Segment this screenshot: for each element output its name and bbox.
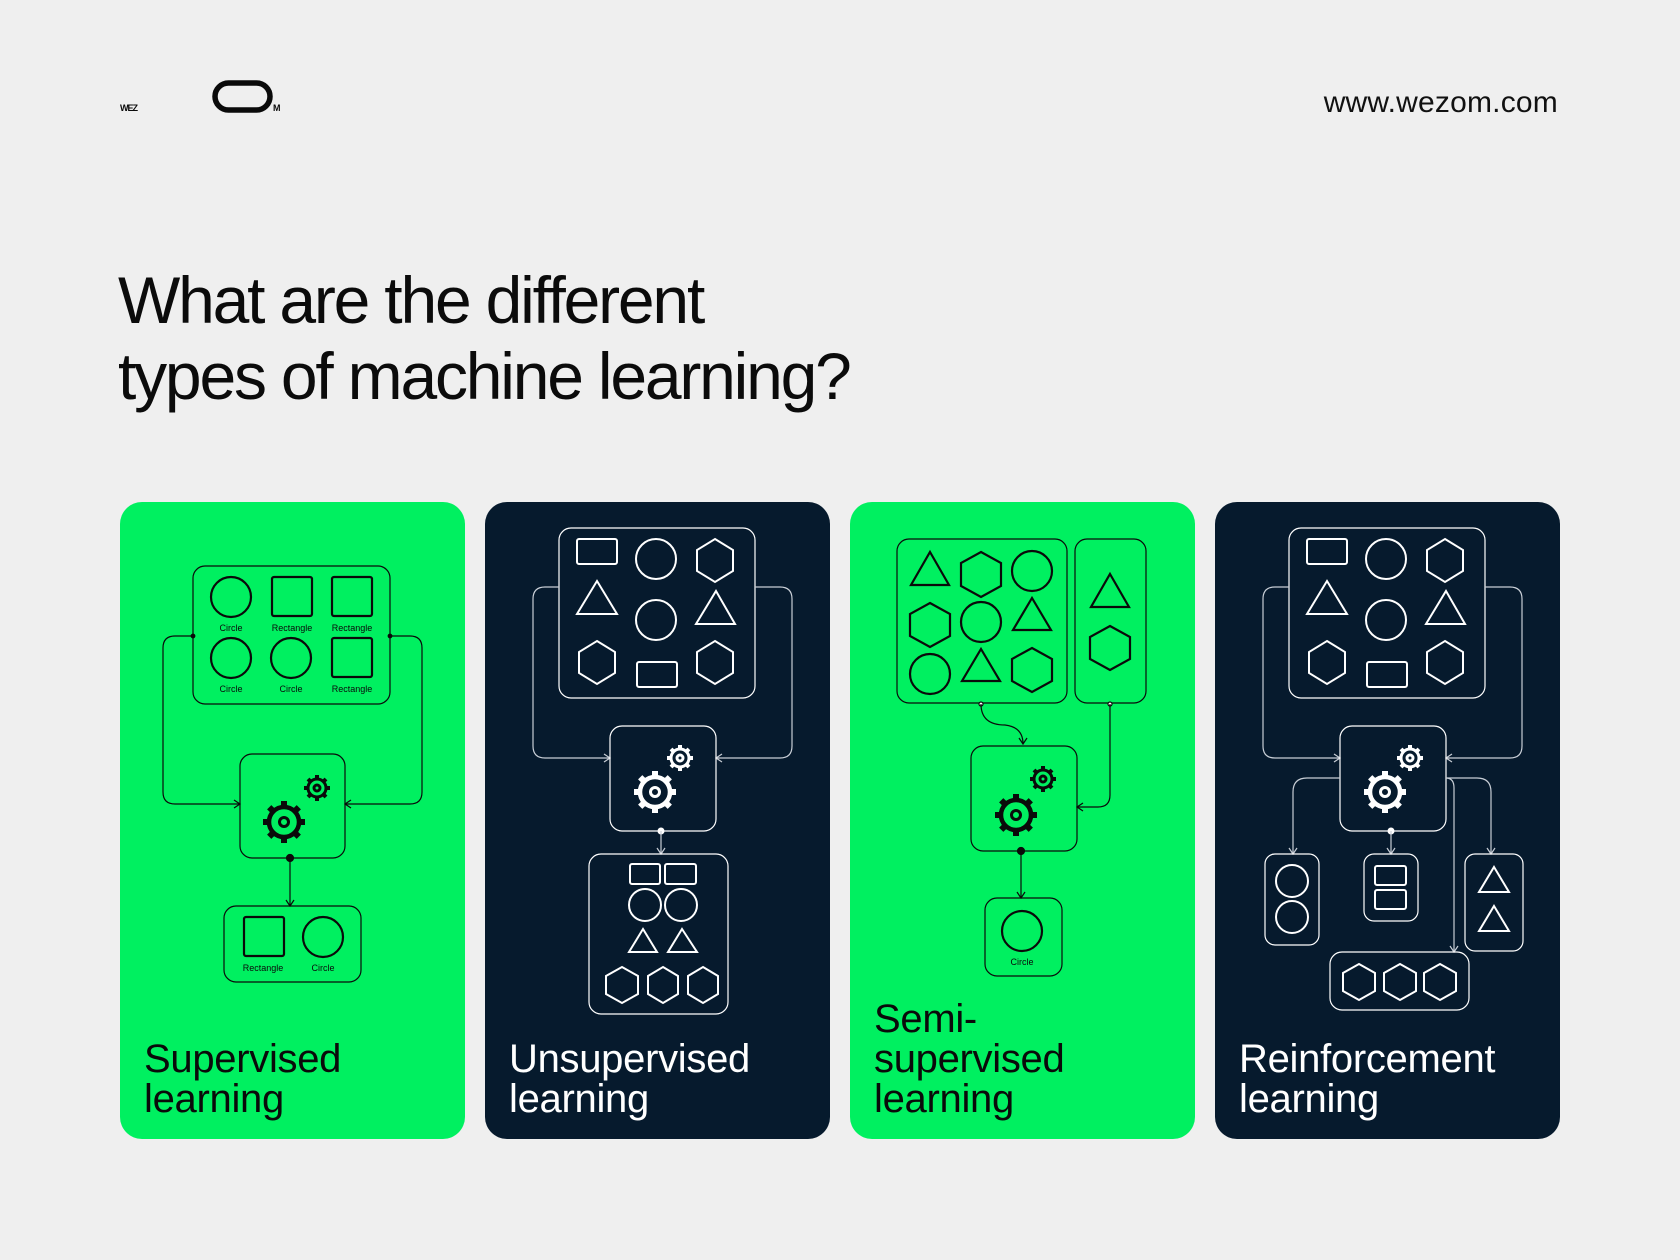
output-connector	[285, 858, 295, 908]
svg-text:M: M	[273, 103, 281, 113]
circle-shape	[209, 636, 253, 680]
card-title-line: Semi-	[874, 997, 977, 1041]
shape-label: Rectangle	[272, 623, 313, 633]
card-title: Reinforcement learning	[1239, 1037, 1496, 1121]
website-link[interactable]: www.wezom.com	[1324, 86, 1558, 120]
shape-label: Circle	[219, 684, 242, 694]
shape-label: Rectangle	[332, 623, 373, 633]
card-supervised-learning: Circle Rectangle Rectangle Circle Circle…	[120, 502, 465, 1139]
page-title-line-2: types of machine learning?	[118, 339, 852, 413]
card-title-line: Reinforcement	[1239, 1037, 1496, 1081]
svg-text:WEZ: WEZ	[120, 103, 138, 113]
card-title-line: supervised	[874, 1037, 1065, 1081]
loop-connector-right	[343, 635, 423, 809]
card-title-line: learning	[1239, 1077, 1379, 1121]
card-title-line: learning	[509, 1077, 649, 1121]
card-title: Semi- supervised learning	[874, 997, 1065, 1121]
labeled-data-box	[1074, 538, 1147, 704]
model-box	[239, 753, 346, 859]
rectangle-shape	[270, 575, 314, 618]
page-title: What are the different types of machine …	[118, 262, 852, 414]
card-title-line: Supervised	[144, 1037, 342, 1081]
page-title-line-1: What are the different	[118, 263, 705, 337]
circle-shape	[269, 636, 313, 680]
wezom-logo: WEZ M	[120, 80, 281, 113]
shape-label: Rectangle	[243, 963, 284, 973]
card-semi-supervised-learning: Circle Semi- supervised learning	[850, 502, 1195, 1139]
rectangle-shape	[330, 575, 374, 618]
gears-icon	[263, 801, 305, 843]
card-title-line: learning	[144, 1077, 284, 1121]
shape-label: Circle	[219, 623, 242, 633]
shape-label: Circle	[311, 963, 334, 973]
circle-shape	[209, 575, 253, 619]
card-unsupervised-learning: Unsupervised learning	[485, 502, 830, 1139]
circle-shape	[301, 915, 345, 959]
card-title: Supervised learning	[144, 1039, 341, 1119]
model-box	[970, 745, 1078, 852]
clusters-box	[588, 853, 729, 1015]
card-title: Unsupervised learning	[509, 1039, 750, 1119]
card-reinforcement-learning: Reinforcement learning	[1215, 502, 1560, 1139]
rectangle-shape	[242, 915, 286, 958]
shape-label: Rectangle	[332, 684, 373, 694]
rectangle-shape	[330, 636, 374, 679]
shape-label: Circle	[1010, 957, 1033, 967]
shape-label: Circle	[279, 684, 302, 694]
loop-connector-left	[162, 635, 242, 809]
card-title-line: learning	[874, 1077, 1014, 1121]
card-title-line: Unsupervised	[509, 1037, 750, 1081]
